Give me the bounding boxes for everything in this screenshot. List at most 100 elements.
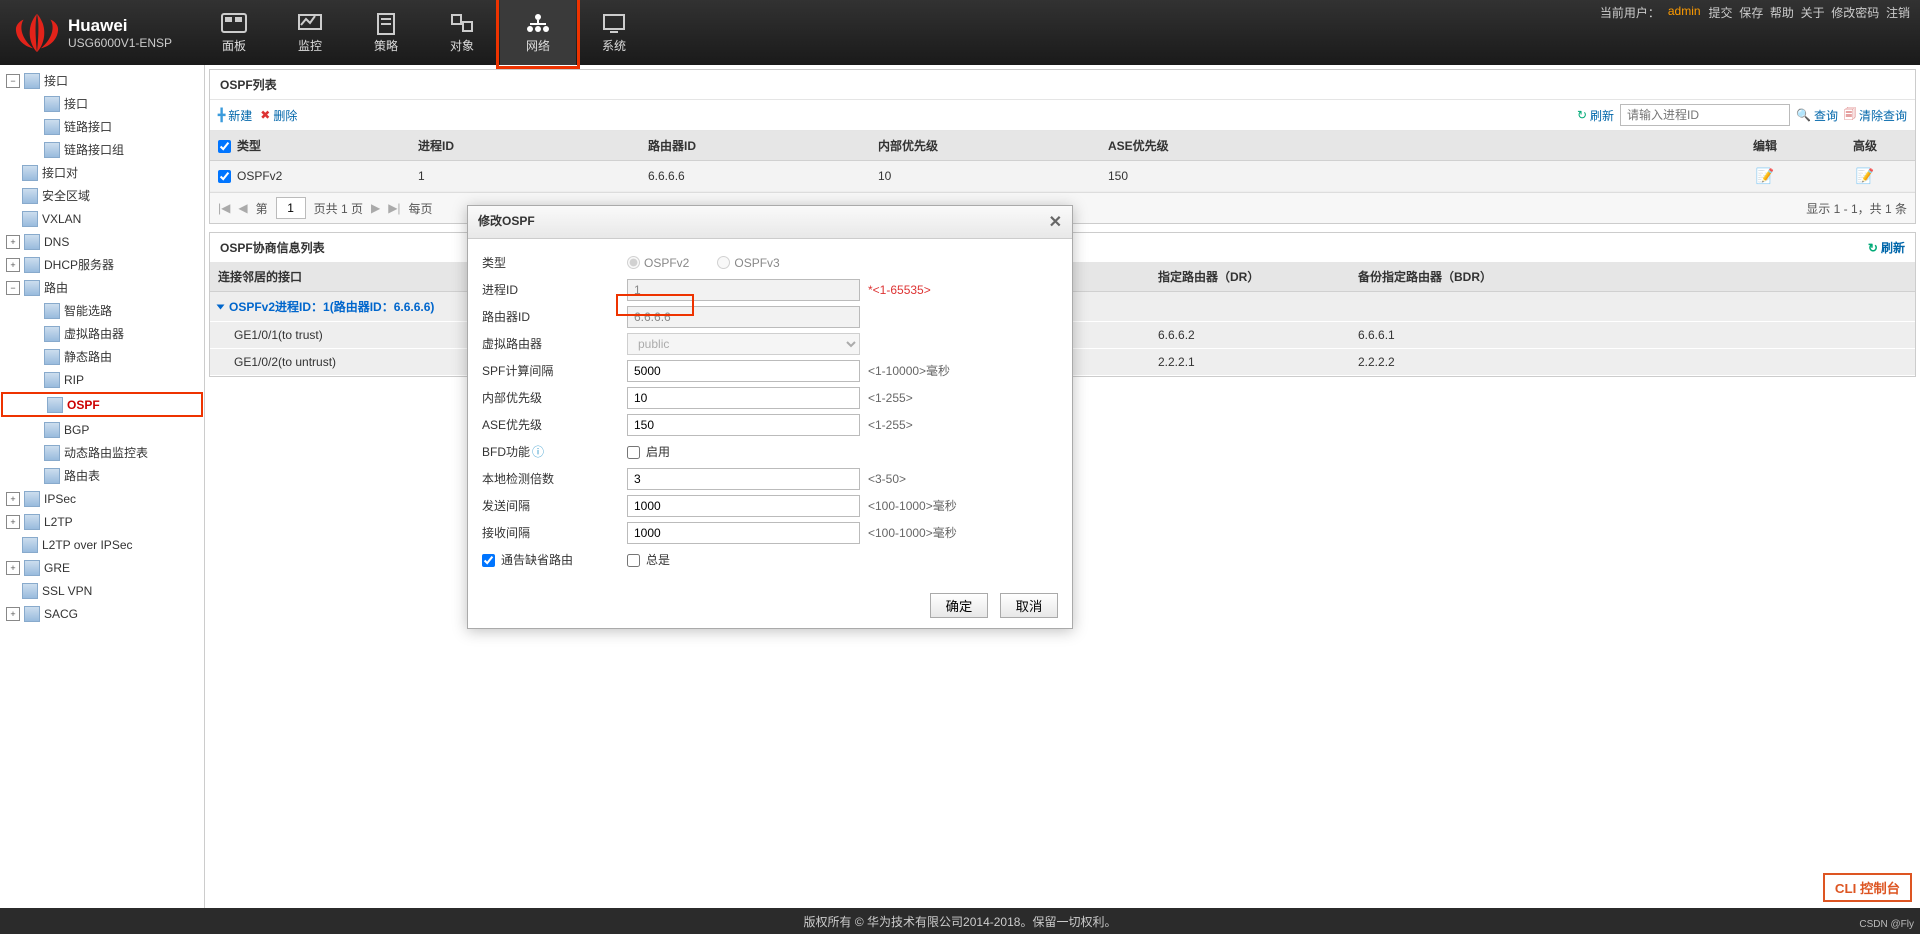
hint-spf: <1-10000>毫秒 (868, 362, 950, 379)
header-link-保存[interactable]: 保存 (1739, 6, 1763, 20)
sidebar-item-GRE[interactable]: +GRE (0, 556, 204, 579)
spf-interval-input[interactable] (627, 360, 860, 382)
tree-toggle[interactable]: − (6, 281, 20, 295)
radio-ospfv2[interactable]: OSPFv2 (627, 256, 689, 270)
sidebar-item-路由表[interactable]: 路由表 (0, 464, 204, 487)
footer: 版权所有 © 华为技术有限公司2014-2018。保留一切权利。 (0, 908, 1920, 934)
ok-button[interactable]: 确定 (930, 593, 988, 618)
sidebar-item-OSPF[interactable]: OSPF (1, 392, 203, 417)
pager-last[interactable]: ▶| (388, 201, 400, 215)
neighbor-refresh-button[interactable]: ↻刷新 (1868, 239, 1905, 256)
header-link-关于[interactable]: 关于 (1801, 6, 1825, 20)
pager-next[interactable]: ▶ (371, 201, 380, 215)
pager-summary: 显示 1 - 1，共 1 条 (1806, 200, 1907, 217)
nav-icon (220, 11, 248, 35)
sidebar-item-IPSec[interactable]: +IPSec (0, 487, 204, 510)
pager-page-input[interactable] (276, 197, 306, 219)
sidebar-item-label: 接口 (64, 95, 88, 112)
close-icon[interactable]: ✕ (1049, 212, 1062, 232)
neighbor-col: 指定路由器（DR） (1150, 262, 1350, 292)
sidebar-item-label: L2TP (44, 515, 73, 529)
sidebar-item-L2TP over IPSec[interactable]: L2TP over IPSec (0, 533, 204, 556)
plus-icon: ╋ (218, 108, 225, 122)
search-button[interactable]: 🔍查询 (1796, 107, 1838, 124)
ase-priority-input[interactable] (627, 414, 860, 436)
tree-toggle[interactable]: + (6, 258, 20, 272)
process-id-input[interactable] (627, 279, 860, 301)
sidebar-item-虚拟路由器[interactable]: 虚拟路由器 (0, 322, 204, 345)
sidebar-item-SACG[interactable]: +SACG (0, 602, 204, 625)
advertise-default-checkbox[interactable] (482, 554, 495, 567)
nav-面板[interactable]: 面板 (196, 0, 272, 65)
sidebar-item-DHCP服务器[interactable]: +DHCP服务器 (0, 253, 204, 276)
header-link-提交[interactable]: 提交 (1709, 6, 1733, 20)
sidebar-item-智能选路[interactable]: 智能选路 (0, 299, 204, 322)
sidebar-item-静态路由[interactable]: 静态路由 (0, 345, 204, 368)
sidebar-item-label: 接口对 (42, 164, 78, 181)
help-icon[interactable]: ⓘ (532, 445, 544, 459)
new-button[interactable]: ╋新建 (218, 107, 252, 124)
sidebar-item-接口[interactable]: −接口 (0, 69, 204, 92)
sidebar-item-链路接口组[interactable]: 链路接口组 (0, 138, 204, 161)
smart-icon (44, 303, 60, 319)
nav-label: 网络 (526, 37, 550, 54)
rx-interval-input[interactable] (627, 522, 860, 544)
radio-ospfv3[interactable]: OSPFv3 (717, 256, 779, 270)
tree-toggle[interactable]: + (6, 607, 20, 621)
nav-监控[interactable]: 监控 (272, 0, 348, 65)
bfd-enable-checkbox[interactable]: 启用 (627, 443, 670, 460)
router-id-input[interactable] (627, 306, 860, 328)
sidebar-item-安全区域[interactable]: 安全区域 (0, 184, 204, 207)
nav-策略[interactable]: 策略 (348, 0, 424, 65)
delete-button[interactable]: ✖删除 (260, 107, 297, 124)
refresh-button[interactable]: ↻刷新 (1577, 107, 1614, 124)
cancel-button[interactable]: 取消 (1000, 593, 1058, 618)
tree-toggle[interactable]: + (6, 235, 20, 249)
sidebar-item-label: 安全区域 (42, 187, 90, 204)
edit-icon[interactable]: 📝 (1756, 168, 1775, 185)
clear-search-button[interactable]: 🗐清除查询 (1844, 105, 1907, 126)
neighbor-title: OSPF协商信息列表 (220, 239, 325, 256)
cli-console-button[interactable]: CLI 控制台 (1823, 873, 1912, 902)
tx-interval-input[interactable] (627, 495, 860, 517)
virtual-router-select[interactable]: public (627, 333, 860, 355)
sidebar-item-SSL VPN[interactable]: SSL VPN (0, 579, 204, 602)
tree-toggle[interactable]: + (6, 515, 20, 529)
sidebar-item-VXLAN[interactable]: VXLAN (0, 207, 204, 230)
sidebar-item-接口对[interactable]: 接口对 (0, 161, 204, 184)
sidebar-item-链路接口[interactable]: 链路接口 (0, 115, 204, 138)
always-checkbox[interactable]: 总是 (627, 551, 670, 568)
gre-icon (24, 560, 40, 576)
refresh-icon: ↻ (1577, 108, 1587, 122)
clear-icon: 🗐 (1844, 105, 1856, 126)
nav-网络[interactable]: 网络 (500, 0, 576, 65)
tree-toggle[interactable]: − (6, 74, 20, 88)
sidebar-item-接口[interactable]: 接口 (0, 92, 204, 115)
watermark: CSDN @Fly (1859, 919, 1914, 930)
advanced-icon[interactable]: 📝 (1856, 168, 1875, 185)
row-checkbox[interactable] (218, 170, 231, 183)
ospf-row[interactable]: OSPFv216.6.6.610150📝📝 (210, 161, 1915, 192)
sidebar-item-路由[interactable]: −路由 (0, 276, 204, 299)
pager-first[interactable]: |◀ (218, 201, 230, 215)
nav-对象[interactable]: 对象 (424, 0, 500, 65)
pager-prev[interactable]: ◀ (238, 201, 247, 215)
tree-toggle[interactable]: + (6, 561, 20, 575)
header-link-修改密码[interactable]: 修改密码 (1831, 6, 1879, 20)
header-link-帮助[interactable]: 帮助 (1770, 6, 1794, 20)
internal-priority-input[interactable] (627, 387, 860, 409)
sidebar-item-RIP[interactable]: RIP (0, 368, 204, 391)
header-link-注销[interactable]: 注销 (1886, 6, 1910, 20)
sidebar-item-L2TP[interactable]: + L2TP (0, 510, 204, 533)
sidebar-item-label: 链路接口 (64, 118, 112, 135)
sidebar-item-动态路由监控表[interactable]: 动态路由监控表 (0, 441, 204, 464)
detect-multiplier-input[interactable] (627, 468, 860, 490)
sidebar-item-label: 路由表 (64, 467, 100, 484)
nav-系统[interactable]: 系统 (576, 0, 652, 65)
sidebar-item-BGP[interactable]: BGP (0, 418, 204, 441)
tree-toggle[interactable]: + (6, 492, 20, 506)
select-all-checkbox[interactable] (218, 140, 231, 153)
dhcp-icon (24, 257, 40, 273)
search-input[interactable] (1620, 104, 1790, 126)
sidebar-item-DNS[interactable]: +DNS (0, 230, 204, 253)
